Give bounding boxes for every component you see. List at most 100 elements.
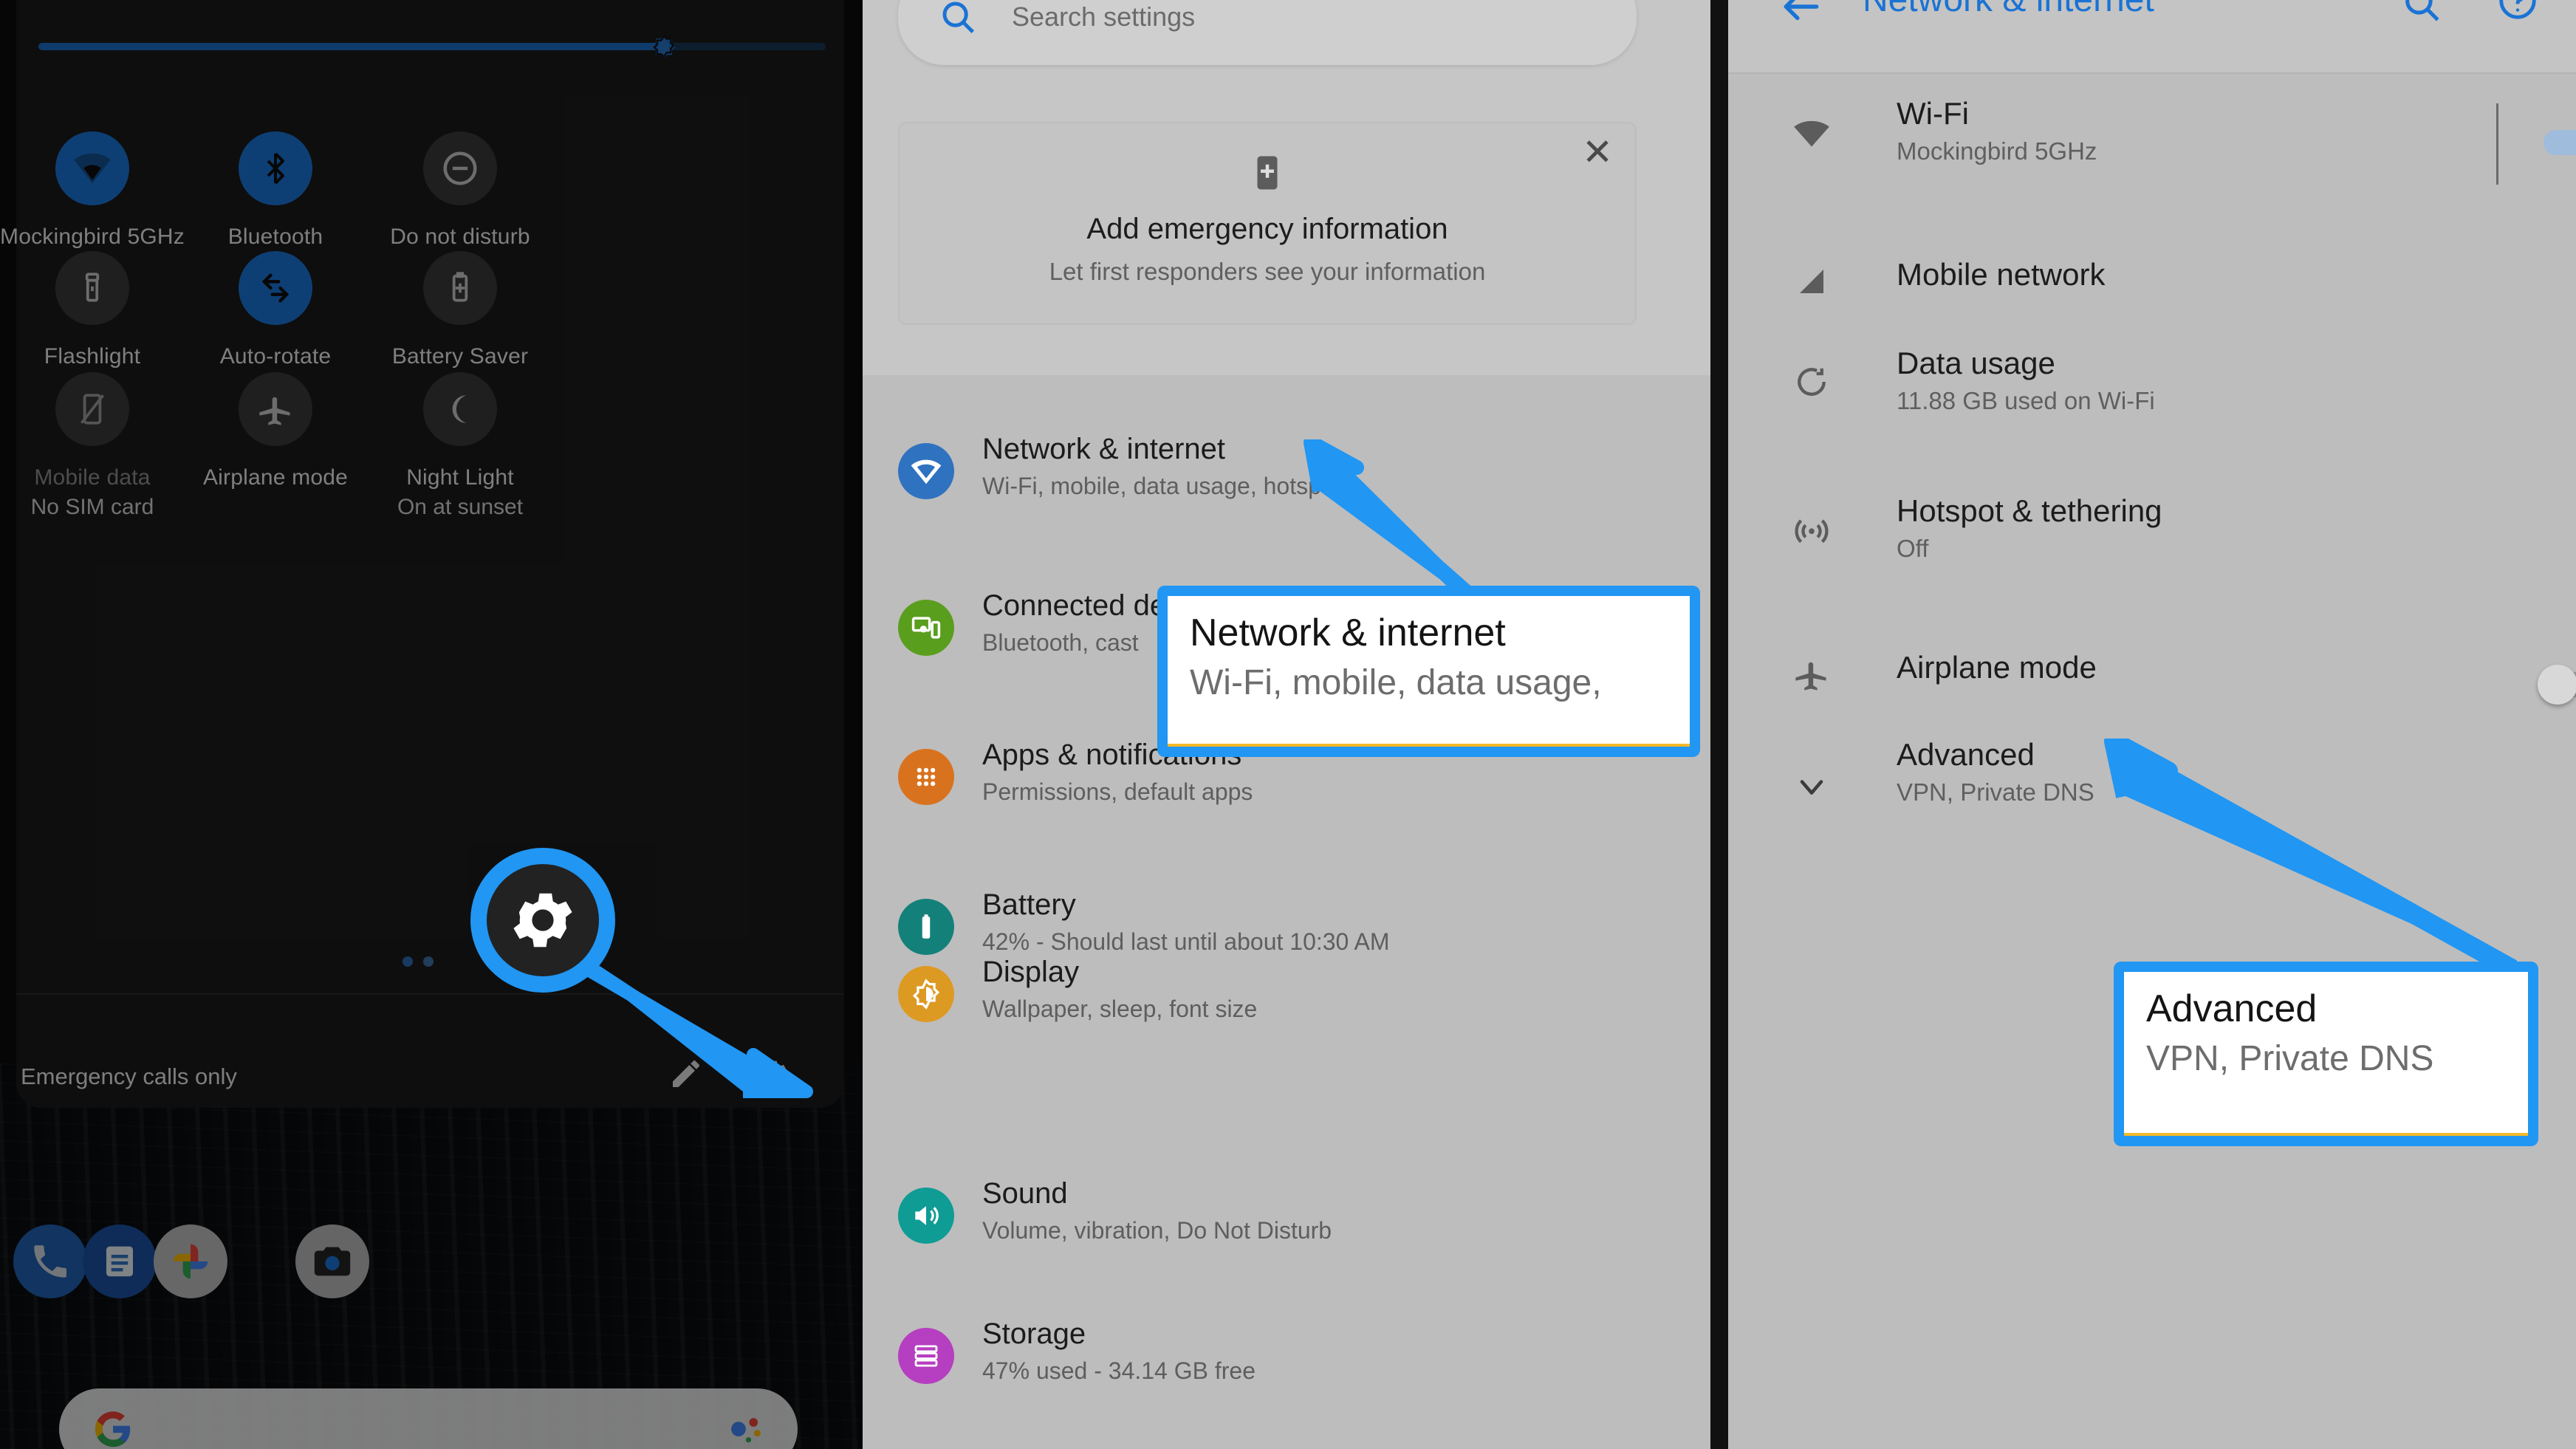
- callout-title: Network & internet: [1190, 612, 1506, 654]
- status-text: Emergency calls only: [21, 1063, 237, 1089]
- settings-row-sound[interactable]: Sound Volume, vibration, Do Not Disturb: [863, 1177, 1710, 1267]
- panel-divider-1: [860, 0, 863, 1449]
- tile-airplane-mode[interactable]: Airplane mode: [183, 372, 368, 490]
- camera-icon[interactable]: [295, 1224, 369, 1298]
- tile-bluetooth[interactable]: Bluetooth: [183, 131, 368, 250]
- google-g-icon: [95, 1411, 131, 1448]
- tile-mockingbird-5ghz[interactable]: Mockingbird 5GHz: [0, 131, 185, 250]
- screenshot-stage: Mockingbird 5GHz Bluetooth Do not distur…: [0, 0, 2576, 1449]
- network-icon: [898, 443, 954, 499]
- tile-sublabel: No SIM card: [30, 495, 154, 519]
- pencil-icon[interactable]: [668, 1056, 704, 1095]
- row-subtitle: Volume, vibration, Do Not Disturb: [982, 1217, 1332, 1244]
- gear-icon: [513, 893, 572, 948]
- tile-label: Battery Saver: [391, 344, 529, 369]
- row-subtitle: Mockingbird 5GHz: [1897, 137, 2097, 165]
- network-row-wifi[interactable]: Wi-Fi Mockingbird 5GHz: [1728, 96, 2576, 188]
- row-subtitle: Wi-Fi, mobile, data usage, hotspot: [982, 473, 1341, 499]
- apps-icon: [898, 749, 954, 805]
- photos-icon[interactable]: [154, 1224, 227, 1298]
- emergency-card-title: Add emergency information: [1086, 213, 1448, 245]
- do-not-disturb-icon: [423, 131, 497, 205]
- quick-settings-footer: [16, 995, 844, 1108]
- network-row-mobile-network[interactable]: Mobile network: [1728, 248, 2576, 337]
- wifi-icon: [1786, 106, 1837, 158]
- callout-title: Advanced: [2146, 987, 2318, 1030]
- night-light-icon: [423, 372, 497, 446]
- panel-divider-2: [1710, 0, 1728, 1449]
- row-title: Hotspot & tethering: [1897, 493, 2162, 528]
- gear-icon[interactable]: [755, 1056, 790, 1095]
- divider: [2496, 103, 2498, 185]
- callout-advanced: Advanced VPN, Private DNS: [2114, 962, 2538, 1146]
- settings-row-display[interactable]: Display Wallpaper, sleep, font size: [863, 956, 1710, 1046]
- search-placeholder: Search settings: [1012, 1, 1196, 32]
- phone-icon[interactable]: [13, 1224, 87, 1298]
- settings-row-storage[interactable]: Storage 47% used - 34.14 GB free: [863, 1318, 1710, 1408]
- chevron-down-icon: [1786, 761, 1837, 812]
- network-internet-panel: Network & internet Wi-Fi Mockingbird 5GH…: [1728, 0, 2576, 1449]
- row-title: Advanced: [1897, 737, 2035, 772]
- flashlight-icon: [55, 251, 129, 325]
- emergency-card-subtitle: Let first responders see your informatio…: [1049, 258, 1486, 285]
- settings-row-network-internet[interactable]: Network & internet Wi-Fi, mobile, data u…: [863, 433, 1710, 523]
- airplane-icon: [239, 372, 312, 446]
- app-dock: [0, 1224, 860, 1313]
- devices-icon: [898, 600, 954, 656]
- emergency-plus-icon: [900, 153, 1635, 196]
- tile-label: Auto-rotate: [219, 344, 332, 369]
- tile-mobile-data[interactable]: Mobile data No SIM card: [0, 372, 185, 520]
- row-subtitle: Wallpaper, sleep, font size: [982, 996, 1258, 1022]
- row-subtitle: 11.88 GB used on Wi-Fi: [1897, 387, 2155, 414]
- airplane-icon: [1786, 648, 1837, 700]
- airplane-mode-toggle[interactable]: [2538, 665, 2576, 705]
- row-title: Storage: [982, 1318, 1086, 1350]
- row-subtitle: VPN, Private DNS: [1897, 778, 2094, 806]
- close-icon[interactable]: ✕: [1582, 134, 1613, 171]
- tile-night-light[interactable]: Night Light On at sunset: [368, 372, 552, 520]
- tile-label: Airplane mode: [202, 465, 349, 490]
- tile-flashlight[interactable]: Flashlight: [0, 251, 185, 369]
- tile-battery-saver[interactable]: Battery Saver: [368, 251, 552, 369]
- network-row-advanced[interactable]: Advanced VPN, Private DNS: [1728, 737, 2576, 829]
- emergency-info-card[interactable]: ✕ Add emergency information Let first re…: [898, 122, 1637, 325]
- hotspot-icon: [1786, 504, 1837, 555]
- network-row-hotspot-tethering[interactable]: Hotspot & tethering Off: [1728, 493, 2576, 585]
- row-title: Wi-Fi: [1897, 96, 1969, 131]
- tile-label: Flashlight: [44, 344, 141, 369]
- auto-rotate-icon: [239, 251, 312, 325]
- mobile-data-off-icon: [55, 372, 129, 446]
- wifi-toggle[interactable]: [2544, 126, 2576, 160]
- search-input[interactable]: Search settings: [898, 0, 1637, 65]
- tile-label: Mockingbird 5GHz: [0, 225, 185, 249]
- tile-auto-rotate[interactable]: Auto-rotate: [183, 251, 368, 369]
- network-row-airplane-mode[interactable]: Airplane mode: [1728, 641, 2576, 730]
- row-subtitle: 42% - Should last until about 10:30 AM: [982, 928, 1390, 955]
- magnified-gear-callout: [470, 848, 615, 993]
- help-icon[interactable]: [2496, 0, 2539, 26]
- tile-do-not-disturb[interactable]: Do not disturb: [368, 131, 552, 250]
- brightness-slider[interactable]: [38, 43, 659, 50]
- storage-icon: [898, 1328, 954, 1384]
- messages-icon[interactable]: [83, 1224, 157, 1298]
- tile-label: Mobile data: [34, 465, 151, 490]
- brightness-track-remainder[interactable]: [659, 43, 826, 50]
- google-search-pill[interactable]: [59, 1388, 798, 1449]
- brightness-icon[interactable]: [645, 28, 683, 66]
- quick-settings-panel: Mockingbird 5GHz Bluetooth Do not distur…: [0, 0, 860, 1449]
- sound-icon: [898, 1188, 954, 1244]
- search-icon[interactable]: [2400, 0, 2443, 29]
- row-title: Battery: [982, 888, 1076, 921]
- network-row-data-usage[interactable]: Data usage 11.88 GB used on Wi-Fi: [1728, 346, 2576, 437]
- page-title: Network & internet: [1863, 0, 2154, 20]
- bluetooth-icon: [239, 131, 312, 205]
- row-title: Airplane mode: [1897, 650, 2097, 685]
- row-title: Data usage: [1897, 346, 2055, 380]
- row-title: Display: [982, 956, 1080, 988]
- back-arrow-icon[interactable]: [1778, 0, 1824, 33]
- google-assistant-icon: [731, 1418, 761, 1443]
- tile-label: Bluetooth: [227, 225, 323, 249]
- tile-sublabel: On at sunset: [397, 495, 524, 519]
- data-usage-icon: [1786, 356, 1837, 408]
- callout-subtitle: Wi-Fi, mobile, data usage,: [1190, 663, 1602, 703]
